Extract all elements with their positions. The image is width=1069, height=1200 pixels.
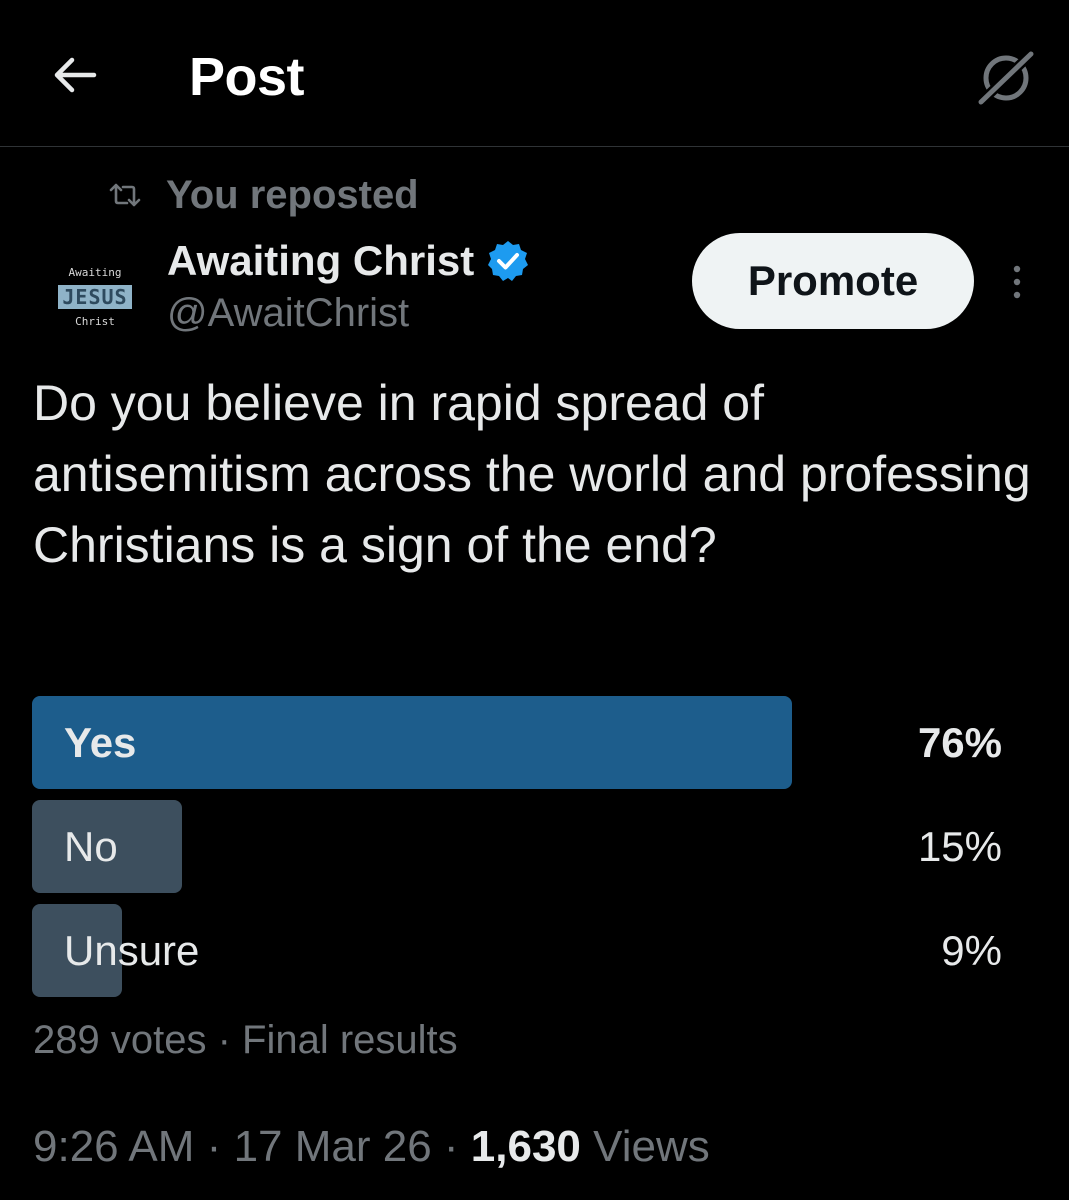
poll-percent-yes: 76%: [917, 719, 1002, 766]
poll-label-yes: Yes: [64, 719, 137, 766]
poll-label-no: No: [64, 823, 118, 870]
poll-votes: 289 votes: [33, 1018, 207, 1062]
views-count: 1,630: [470, 1122, 581, 1171]
verified-badge-icon: [488, 241, 529, 281]
avatar-text-bottom: Christ: [75, 315, 115, 328]
poll-percent-unsure: 9%: [941, 927, 1002, 974]
poll-separator: ·: [217, 1018, 231, 1062]
more-vertical-icon[interactable]: [1002, 262, 1032, 302]
avatar-text-middle: JESUS: [58, 285, 132, 309]
author-name[interactable]: Awaiting Christ: [167, 237, 474, 285]
top-bar: Post: [0, 0, 1069, 147]
author-handle[interactable]: @AwaitChrist: [167, 291, 530, 336]
poll-status: Final results: [242, 1018, 458, 1062]
arrow-left-icon[interactable]: [50, 50, 100, 100]
meta-separator-2: ·: [443, 1122, 459, 1171]
poll-label-unsure: Unsure: [64, 927, 200, 974]
post-metadata: 9:26 AM · 17 Mar 26 · 1,630 Views: [33, 1122, 710, 1172]
poll-bar-yes: [32, 696, 792, 789]
post-time[interactable]: 9:26 AM: [33, 1122, 194, 1171]
poll-option-yes: Yes 76%: [32, 696, 1002, 789]
avatar-text-top: Awaiting: [68, 266, 122, 279]
avatar[interactable]: Awaiting JESUS Christ: [36, 238, 154, 356]
promote-button[interactable]: Promote: [692, 233, 974, 329]
post-date[interactable]: 17 Mar 26: [234, 1122, 432, 1171]
poll-percent-no: 15%: [917, 823, 1002, 870]
views-label: Views: [593, 1122, 710, 1171]
post-text: Do you believe in rapid spread of antise…: [33, 375, 1031, 573]
repost-icon: [109, 183, 141, 207]
page-title: Post: [189, 47, 305, 107]
poll-summary: 289 votes · Final results: [33, 1018, 458, 1063]
poll-option-unsure: Unsure 9%: [32, 904, 1002, 997]
grok-icon[interactable]: [975, 48, 1037, 108]
poll-option-no: No 15%: [32, 800, 1002, 893]
repost-indicator: You reposted: [108, 170, 419, 220]
meta-separator-1: ·: [206, 1122, 222, 1171]
repost-label: You reposted: [166, 172, 419, 217]
author-info[interactable]: Awaiting Christ @AwaitChrist: [167, 233, 530, 336]
